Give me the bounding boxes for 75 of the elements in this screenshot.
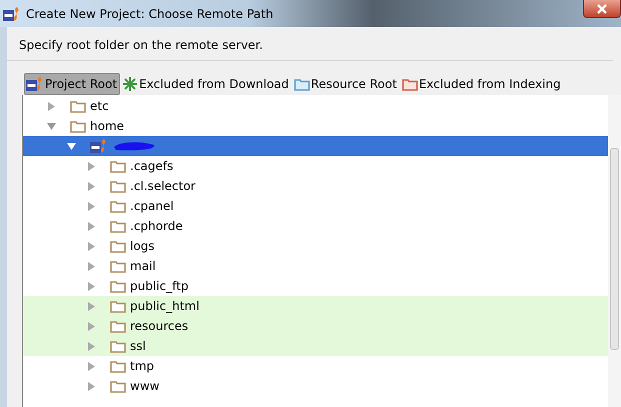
folder-icon — [110, 340, 126, 352]
tree-row[interactable]: logs — [23, 236, 608, 256]
expand-arrow-icon[interactable] — [87, 342, 96, 350]
expand-arrow-icon[interactable] — [87, 222, 96, 230]
tree-row[interactable] — [23, 136, 608, 156]
expand-arrow-icon[interactable] — [87, 262, 96, 270]
folder-icon — [110, 240, 126, 252]
expand-arrow-icon[interactable] — [87, 242, 96, 250]
folder-icon — [110, 200, 126, 212]
expand-arrow-icon[interactable] — [87, 302, 96, 310]
folder-icon — [110, 160, 126, 172]
tree-row[interactable]: .cl.selector — [23, 176, 608, 196]
window-title: Create New Project: Choose Remote Path — [26, 6, 274, 20]
folder-icon — [294, 78, 310, 90]
folder-icon — [110, 300, 126, 312]
folder-name: .cagefs — [130, 159, 174, 173]
toolbar-toggle-button[interactable]: Resource Root — [292, 73, 400, 95]
php-logo-icon — [26, 76, 44, 92]
folder-name: tmp — [130, 359, 154, 373]
folder-name: mail — [130, 259, 156, 273]
folder-icon — [402, 78, 418, 90]
folder-icon — [110, 260, 126, 272]
folder-name: ssl — [130, 339, 146, 353]
toolbar-toggle-button[interactable]: Project Root — [24, 73, 120, 95]
folder-icon — [110, 220, 126, 232]
collapse-arrow-icon[interactable] — [47, 122, 56, 130]
toolbar-toggle-button[interactable]: Excluded from Download — [120, 73, 292, 95]
tree-row[interactable]: www — [23, 376, 608, 396]
tree-row[interactable]: public_html — [23, 296, 608, 316]
folder-icon — [110, 360, 126, 372]
folder-icon — [110, 380, 126, 392]
folder-name: resources — [130, 319, 188, 333]
tree-row[interactable]: mail — [23, 256, 608, 276]
expand-arrow-icon[interactable] — [87, 282, 96, 290]
php-logo-icon — [90, 138, 108, 154]
folder-name: .cpanel — [130, 199, 174, 213]
expand-arrow-icon[interactable] — [87, 162, 96, 170]
toolbar-toggle-button[interactable]: Excluded from Indexing — [400, 73, 564, 95]
php-logo-icon — [3, 6, 21, 22]
tree-row[interactable]: public_ftp — [23, 276, 608, 296]
folder-icon — [70, 120, 86, 132]
collapse-arrow-icon[interactable] — [67, 142, 76, 150]
folder-icon — [110, 180, 126, 192]
tree-row[interactable]: home — [23, 116, 608, 136]
folder-name: www — [130, 379, 160, 393]
expand-arrow-icon[interactable] — [87, 182, 96, 190]
asterisk-icon — [122, 76, 138, 92]
expand-arrow-icon[interactable] — [87, 382, 96, 390]
folder-icon — [110, 280, 126, 292]
folder-icon — [110, 320, 126, 332]
folder-name: .cl.selector — [130, 179, 196, 193]
expand-arrow-icon[interactable] — [87, 202, 96, 210]
scrollbar[interactable] — [608, 95, 621, 407]
folder-name: public_ftp — [130, 279, 188, 293]
folder-name: etc — [90, 99, 109, 113]
tree-row[interactable]: .cagefs — [23, 156, 608, 176]
tree-row[interactable]: .cpanel — [23, 196, 608, 216]
expand-arrow-icon[interactable] — [87, 362, 96, 370]
folder-name: .cphorde — [130, 219, 183, 233]
tree-row[interactable]: ssl — [23, 336, 608, 356]
folder-icon — [70, 100, 86, 112]
close-button[interactable] — [583, 0, 621, 18]
instruction-text: Specify root folder on the remote server. — [7, 27, 613, 61]
close-icon — [597, 4, 607, 14]
expand-arrow-icon[interactable] — [87, 322, 96, 330]
scrollbar-thumb[interactable] — [610, 148, 619, 350]
tree-row[interactable]: etc — [23, 96, 608, 116]
expand-arrow-icon[interactable] — [47, 102, 56, 110]
tree-row[interactable]: tmp — [23, 356, 608, 376]
tree-row[interactable]: resources — [23, 316, 608, 336]
scribble-drawing — [112, 140, 156, 152]
folder-name: public_html — [130, 299, 200, 313]
tree-row[interactable]: .cphorde — [23, 216, 608, 236]
folder-name: logs — [130, 239, 155, 253]
folder-name: home — [90, 119, 124, 133]
